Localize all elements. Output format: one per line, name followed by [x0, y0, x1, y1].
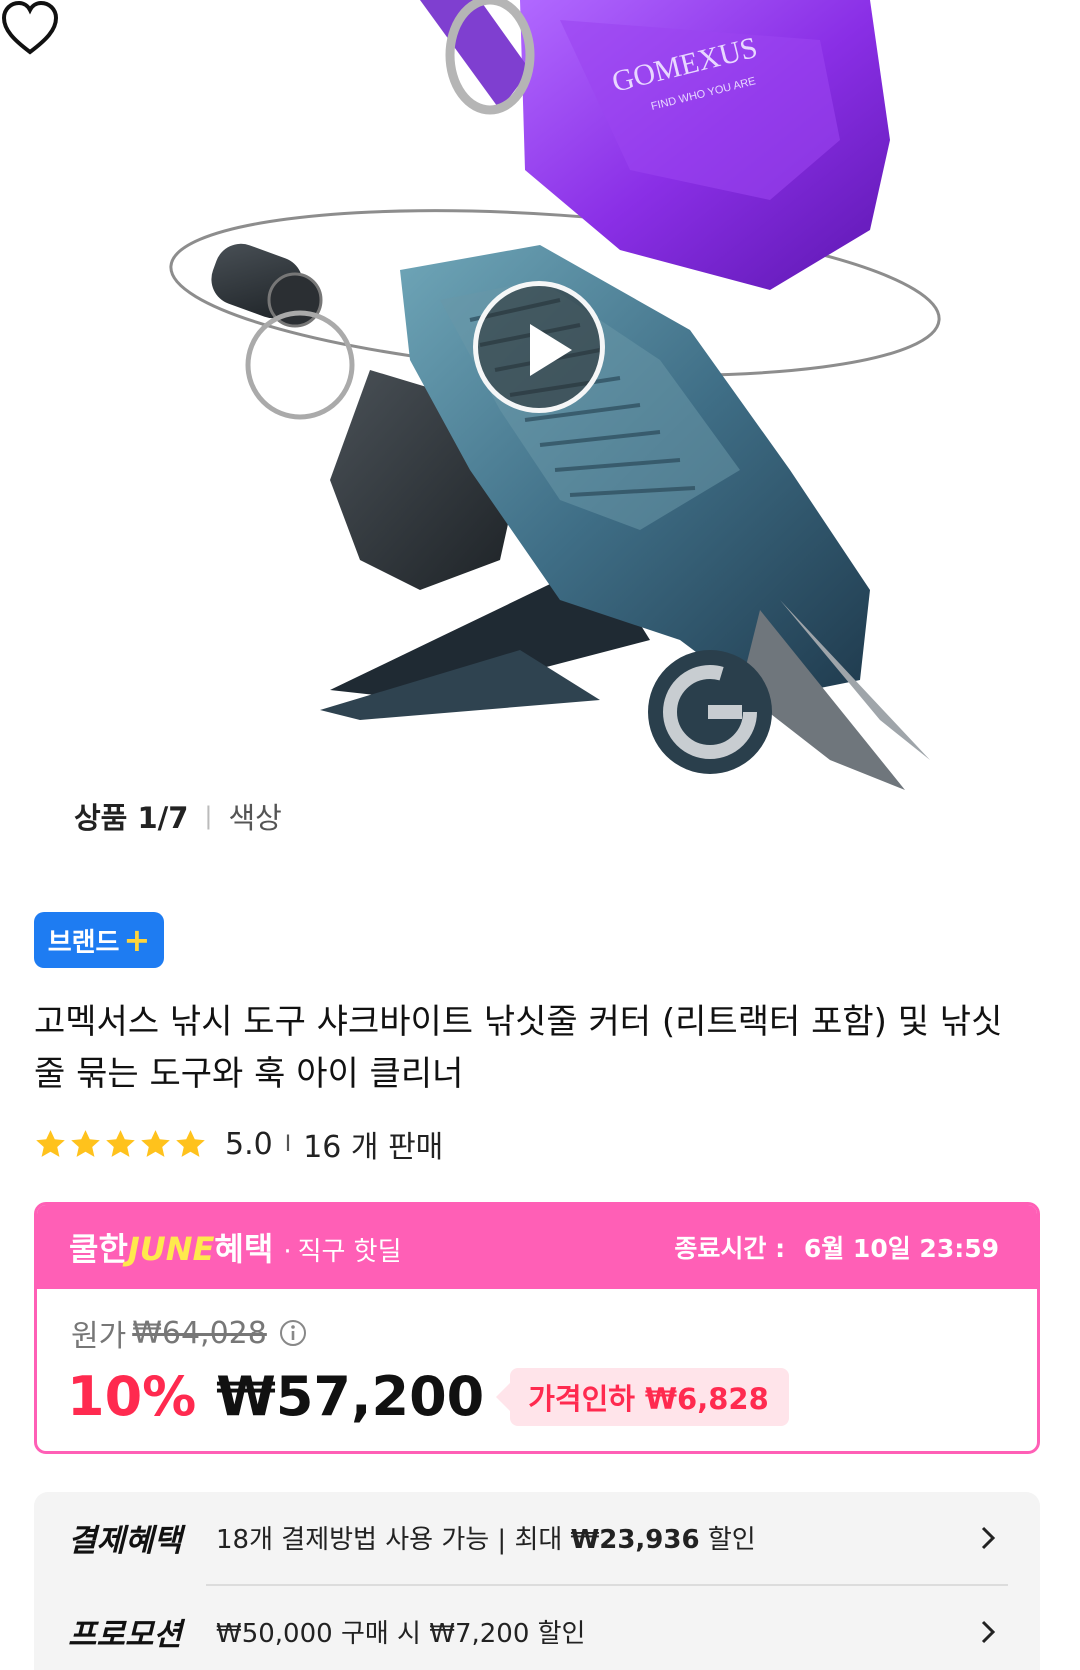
- deal-brand-part3: 혜택: [214, 1230, 274, 1268]
- star-icon: [176, 1129, 205, 1157]
- wishlist-heart-icon[interactable]: [0, 0, 60, 56]
- original-price-row: 원가 ₩64,028: [71, 1311, 307, 1355]
- payment-benefit-desc: 개 결제방법 사용 가능 | 최대: [249, 1524, 571, 1555]
- star-icon: [36, 1129, 65, 1157]
- deal-brand: 쿨한 JUNE 혜택 · 직구 핫딜: [69, 1224, 402, 1270]
- deal-brand-part2: JUNE: [127, 1230, 215, 1268]
- promotion-text: ₩50,000 구매 시 ₩7,200 할인: [216, 1618, 586, 1649]
- star-rating: [34, 1128, 207, 1161]
- rating-separator: I: [284, 1131, 292, 1157]
- deal-dot: ·: [283, 1237, 292, 1267]
- deal-subtitle: 직구 핫딜: [297, 1237, 402, 1267]
- payment-method-count: 18: [216, 1524, 250, 1555]
- promotion-row[interactable]: 프로모션 ₩50,000 구매 시 ₩7,200 할인: [34, 1586, 1040, 1670]
- rating-score: 5.0: [225, 1126, 273, 1162]
- payment-benefit-row[interactable]: 결제혜택 18개 결제방법 사용 가능 | 최대 ₩23,936 할인: [34, 1492, 1040, 1582]
- end-time-label: 종료시간 :: [674, 1234, 786, 1263]
- star-icon: [106, 1129, 135, 1157]
- deal-header: 쿨한 JUNE 혜택 · 직구 핫딜 종료시간 : 6월 10일 23:59: [37, 1205, 1037, 1289]
- payment-benefit-label: 결제혜택: [68, 1522, 183, 1559]
- deal-end-time: 종료시간 : 6월 10일 23:59: [674, 1229, 999, 1265]
- payment-benefit-text: 18개 결제방법 사용 가능 | 최대 ₩23,936 할인: [216, 1519, 756, 1556]
- brand-badge-label: 브랜드: [47, 927, 120, 958]
- play-icon: [530, 324, 572, 376]
- benefits-panel: 결제혜택 18개 결제방법 사용 가능 | 최대 ₩23,936 할인 프로모션…: [34, 1492, 1040, 1670]
- payment-benefit-suffix: 할인: [699, 1524, 756, 1555]
- color-option-label[interactable]: 색상: [229, 795, 282, 837]
- promotion-label: 프로모션: [68, 1616, 183, 1653]
- product-image-gallery[interactable]: GOMEXUS FIND WHO YOU ARE 상품 1/7 | 색상: [0, 0, 1080, 860]
- deal-card: 쿨한 JUNE 혜택 · 직구 핫딜 종료시간 : 6월 10일 23:59 원…: [34, 1202, 1040, 1454]
- discount-percent: 10%: [67, 1365, 197, 1428]
- image-counter: 상품 1/7 | 색상: [74, 795, 282, 837]
- product-photo: GOMEXUS FIND WHO YOU ARE: [169, 0, 941, 790]
- price-row: 10% ₩57,200 가격인하 ₩6,828: [67, 1365, 789, 1428]
- star-icon: [141, 1129, 170, 1157]
- chevron-right-icon: [981, 1526, 996, 1550]
- star-icon: [71, 1129, 100, 1157]
- video-play-button[interactable]: [473, 281, 605, 413]
- plus-icon: +: [123, 921, 151, 959]
- original-price: ₩64,028: [132, 1315, 267, 1351]
- chevron-right-icon: [981, 1620, 996, 1644]
- brand-plus-badge[interactable]: 브랜드 +: [34, 912, 164, 968]
- price-drop-tag: 가격인하 ₩6,828: [496, 1367, 789, 1426]
- sales-count: 16 개 판매: [303, 1130, 444, 1165]
- original-price-label: 원가: [71, 1319, 127, 1354]
- sale-price: ₩57,200: [216, 1365, 485, 1428]
- divider: |: [204, 802, 213, 830]
- payment-max-discount: ₩23,936: [570, 1524, 700, 1555]
- product-title: 고멕서스 낚시 도구 샤크바이트 낚싯줄 커터 (리트랙터 포함) 및 낚싯줄 …: [34, 1002, 1003, 1094]
- info-icon[interactable]: [279, 1319, 307, 1347]
- rating-row[interactable]: 5.0 I 16 개 판매: [34, 1124, 444, 1165]
- image-index: 상품 1/7: [74, 801, 189, 835]
- end-time-value: 6월 10일 23:59: [803, 1234, 999, 1263]
- deal-brand-part1: 쿨한: [69, 1230, 128, 1268]
